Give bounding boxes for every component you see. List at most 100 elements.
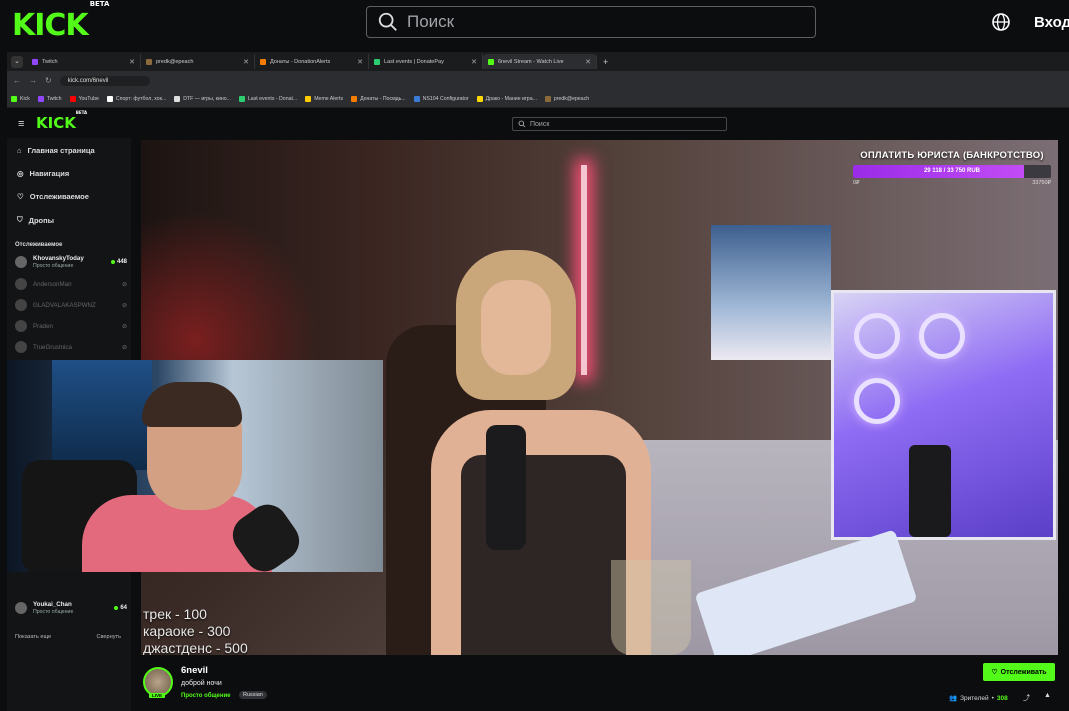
browser-tab-active[interactable]: 6nevil Stream - Watch Live ✕	[483, 54, 597, 69]
price-item: трек - 100	[143, 606, 207, 622]
offline-icon: ⊘	[121, 323, 127, 330]
video-scene-can	[909, 445, 951, 537]
avatar	[15, 341, 27, 353]
bookmark-item[interactable]: Twitch	[37, 95, 62, 102]
sidebar-item-home[interactable]: ⌂ Главная страница	[17, 146, 95, 155]
close-icon[interactable]: ✕	[129, 58, 135, 66]
bookmark-item[interactable]: Донаты - Посмдь...	[351, 95, 406, 102]
home-icon: ⌂	[17, 146, 22, 155]
offline-icon: ⊘	[121, 302, 127, 309]
report-icon[interactable]: ▲	[1044, 692, 1051, 699]
search-placeholder: Поиск	[407, 12, 455, 31]
address-bar: ← → ↻ kick.com/6nevil	[7, 71, 1069, 90]
search-placeholder: Поиск	[530, 120, 550, 128]
bookmark-favicon-icon	[413, 95, 420, 102]
bookmarks-bar: Kick Twitch YouTube Спорт: футбол, хок..…	[7, 90, 1069, 108]
bookmark-favicon-icon	[476, 95, 483, 102]
bookmark-favicon-icon	[69, 95, 76, 102]
bookmark-item[interactable]: DTF — игры, кино...	[174, 95, 231, 102]
bookmark-item[interactable]: Драко - Мание игра...	[476, 95, 537, 102]
login-button[interactable]: Вход	[1034, 14, 1069, 31]
back-icon[interactable]: ←	[13, 76, 21, 85]
following-channel[interactable]: KhovanskyToday Просто общение 448	[15, 252, 127, 272]
follow-button[interactable]: ♡ Отслеживать	[983, 663, 1055, 681]
browser-tab[interactable]: Last events | DonatePay ✕	[369, 54, 483, 69]
kick-logo[interactable]: KICKBETA	[12, 0, 109, 43]
bookmark-favicon-icon	[11, 95, 17, 102]
language-tag[interactable]: Russian	[239, 691, 267, 699]
bookmark-item[interactable]: Спорт: футбол, хок...	[106, 95, 166, 102]
tab-menu-button[interactable]: ⌄	[11, 55, 23, 68]
avatar	[15, 299, 27, 311]
donation-goal-bar: 29 118 / 33 750 RUB	[853, 165, 1051, 178]
globe-icon[interactable]	[991, 12, 1011, 32]
search-icon	[378, 12, 397, 31]
live-dot-icon	[110, 260, 115, 264]
menu-icon[interactable]: ≡	[18, 118, 24, 130]
bookmark-item[interactable]: Last events - Donat...	[238, 95, 297, 102]
stream-info: LIVE 6nevil доброй ночи Просто общение R…	[141, 655, 1058, 711]
bookmark-item[interactable]: NS104 Configurator	[413, 95, 469, 102]
search-input[interactable]: Поиск	[366, 6, 816, 38]
bookmark-item[interactable]: Kick	[11, 95, 30, 102]
collapse-button[interactable]: Свернуть	[96, 634, 121, 640]
share-icon[interactable]: ⤴	[1023, 693, 1030, 703]
video-scene-poster	[711, 225, 831, 360]
bookmark-favicon-icon	[544, 95, 551, 102]
tab-bar: ⌄ Twitch ✕ predk@epeach ✕ Донаты - Donatio…	[7, 52, 1069, 71]
bookmark-favicon-icon	[106, 95, 113, 102]
search-input[interactable]: Поиск	[512, 117, 727, 131]
reload-icon[interactable]: ↻	[45, 76, 52, 85]
video-scene-glass	[611, 560, 691, 655]
bookmark-item[interactable]: YouTube	[69, 95, 99, 102]
browser-tab[interactable]: predk@epeach ✕	[141, 54, 255, 69]
following-channel[interactable]: Youkai_Chan Просто общение 64	[15, 598, 127, 618]
outer-header: KICKBETA Поиск Вход	[0, 0, 1069, 50]
bookmark-favicon-icon	[305, 95, 312, 102]
following-channel[interactable]: Praden ⊘	[15, 316, 127, 336]
show-more-button[interactable]: Показать еще	[15, 634, 51, 640]
video-scene-fan	[854, 313, 900, 359]
bookmark-item[interactable]: predk@epeach	[544, 95, 589, 102]
heart-icon: ♡	[991, 669, 998, 676]
avatar	[15, 278, 27, 290]
close-icon[interactable]: ✕	[585, 58, 591, 66]
donation-goal-progress: 29 118 / 33 750 RUB	[923, 168, 981, 174]
tab-favicon-icon	[146, 58, 152, 65]
tab-favicon-icon	[32, 58, 38, 65]
following-channel[interactable]: GLADVALAKASPWNZ ⊘	[15, 295, 127, 315]
browser-tab[interactable]: Twitch ✕	[27, 54, 141, 69]
following-section-title: Отслеживаемое	[15, 242, 63, 248]
close-icon[interactable]: ✕	[471, 58, 477, 66]
search-icon	[518, 120, 526, 128]
viewer-count: 👥 Зрителей • 308	[949, 694, 1008, 703]
avatar	[15, 320, 27, 332]
live-badge: LIVE	[149, 693, 166, 698]
bookmark-favicon-icon	[351, 95, 358, 102]
bookmark-favicon-icon	[37, 95, 44, 102]
drops-icon: ⛉	[17, 215, 23, 224]
url-input[interactable]: kick.com/6nevil	[59, 75, 150, 86]
donation-goal-title: ОПЛАТИТЬ ЮРИСТА (БАНКРОТСТВО)	[860, 150, 1044, 161]
bookmark-item[interactable]: Meme Alerts	[305, 95, 343, 102]
new-tab-icon[interactable]: +	[603, 57, 608, 67]
streamer-name[interactable]: 6nevil	[181, 665, 208, 676]
close-icon[interactable]: ✕	[243, 58, 249, 66]
sidebar-item-drops[interactable]: ⛉ Дропы	[17, 215, 54, 225]
video-scene-fan	[919, 313, 965, 359]
webcam-overlay	[7, 360, 383, 572]
donation-goal-range: 0₽ 33750₽	[853, 180, 1051, 186]
sidebar-item-browse[interactable]: ◎ Навигация	[17, 169, 69, 178]
forward-icon[interactable]: →	[29, 76, 37, 85]
tab-favicon-icon	[260, 58, 266, 65]
sidebar-item-following[interactable]: ♡ Отслеживаемое	[17, 192, 89, 201]
following-channel[interactable]: TrueGrustnica ⊘	[15, 337, 127, 357]
browser-tab[interactable]: Донаты - DonationAlerts ✕	[255, 54, 369, 69]
heart-icon: ♡	[17, 192, 24, 201]
kick-logo[interactable]: KICKBETA	[36, 110, 87, 132]
close-icon[interactable]: ✕	[357, 58, 363, 66]
bookmark-favicon-icon	[174, 95, 181, 102]
stream-category[interactable]: Просто общение	[181, 693, 231, 699]
following-channel[interactable]: AndersonMan ⊘	[15, 274, 127, 294]
stream-title: доброй ночи	[181, 680, 222, 687]
